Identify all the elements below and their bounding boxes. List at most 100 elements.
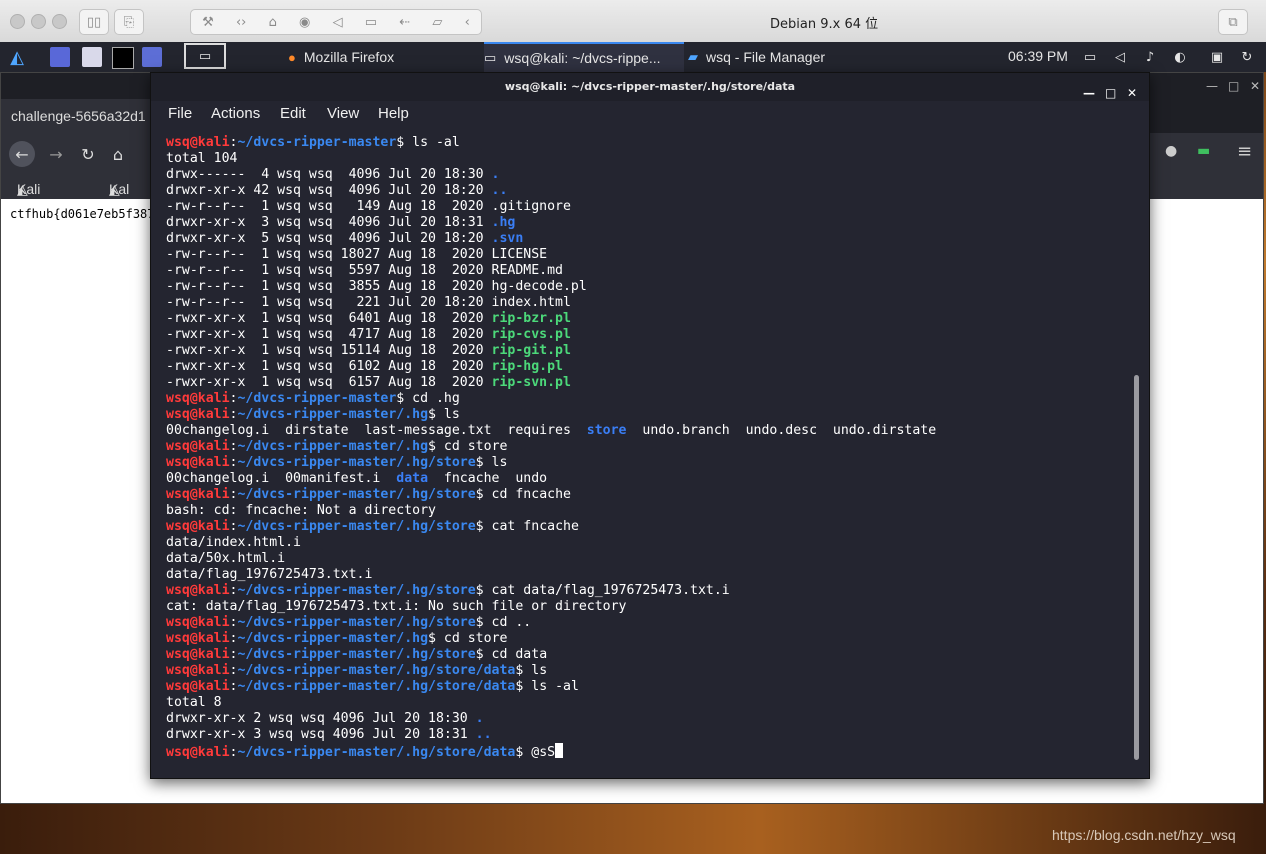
terminal-text: -rw-r--r-- 1 wsq wsq 18027 Aug 18 2020 L… bbox=[166, 247, 548, 262]
close-icon[interactable]: ✕ bbox=[1250, 79, 1260, 93]
terminal-text: ~/dvcs-ripper-master/.hg bbox=[237, 631, 429, 646]
menu-view[interactable]: View bbox=[327, 105, 359, 122]
drive-icon[interactable]: ⌂ bbox=[269, 15, 277, 30]
lock-icon[interactable]: ▣ bbox=[1207, 47, 1227, 67]
terminal-line: -rwxr-xr-x 1 wsq wsq 4717 Aug 18 2020 ri… bbox=[166, 327, 1131, 343]
terminal-text: -rwxr-xr-x 1 wsq wsq 4717 Aug 18 2020 bbox=[166, 327, 492, 342]
terminal-titlebar: wsq@kali: ~/dvcs-ripper-master/.hg/store… bbox=[151, 73, 1149, 101]
chevron-left-icon[interactable]: ‹ bbox=[465, 15, 470, 30]
terminal-line: 00changelog.i 00manifest.i data fncache … bbox=[166, 471, 1131, 487]
folder-share-icon[interactable]: ▱ bbox=[432, 15, 442, 30]
terminal-text: $ ls -al bbox=[515, 679, 579, 694]
minimize-window-button[interactable] bbox=[31, 14, 46, 29]
terminal-text: wsq@kali bbox=[166, 519, 230, 534]
terminal-text: .. bbox=[475, 727, 492, 742]
forward-button[interactable]: → bbox=[43, 141, 69, 167]
power-manager-icon[interactable]: ◐ bbox=[1170, 47, 1190, 67]
user-icon[interactable]: ◉ bbox=[299, 15, 310, 30]
terminal-text: -rwxr-xr-x 1 wsq wsq 15114 Aug 18 2020 bbox=[166, 343, 492, 358]
terminal-text: data/50x.html.i bbox=[166, 551, 286, 566]
terminal-text: $ cd store bbox=[428, 439, 508, 454]
terminal-line: wsq@kali:~/dvcs-ripper-master/.hg/store/… bbox=[166, 663, 1131, 679]
reload-button[interactable]: ↻ bbox=[75, 141, 101, 167]
terminal-text: ~/dvcs-ripper-master/.hg/store/data bbox=[237, 679, 516, 694]
code-icon[interactable]: ‹› bbox=[236, 15, 246, 30]
terminal-text: wsq@kali bbox=[166, 663, 230, 678]
vm-titlebar: ▯▯ ⎘ ⚒ ‹› ⌂ ◉ ◁ ▭ ⇠ ▱ ‹ Debian 9.x 64 位 … bbox=[0, 0, 1266, 43]
display-icon[interactable]: ▭ bbox=[1080, 47, 1100, 67]
terminal-line: wsq@kali:~/dvcs-ripper-master$ cd .hg bbox=[166, 391, 1131, 407]
terminal-text: total 8 bbox=[166, 695, 222, 710]
hamburger-menu-icon[interactable]: ≡ bbox=[1237, 141, 1252, 162]
terminal-text: drwxr-xr-x 3 wsq wsq 4096 Jul 20 18:31 bbox=[166, 215, 492, 230]
terminal-text: drwxr-xr-x 3 wsq wsq 4096 Jul 20 18:31 bbox=[166, 727, 476, 742]
terminal-line: wsq@kali:~/dvcs-ripper-master/.hg/store/… bbox=[166, 743, 1131, 760]
terminal-text: ~/dvcs-ripper-master/.hg bbox=[237, 439, 429, 454]
scrollbar[interactable] bbox=[1134, 375, 1139, 760]
folder-icon[interactable] bbox=[82, 47, 102, 67]
volume-icon[interactable]: ◁ bbox=[1110, 47, 1130, 67]
terminal-text: wsq@kali bbox=[166, 631, 230, 646]
terminal-text: ~/dvcs-ripper-master/.hg/store bbox=[237, 487, 476, 502]
terminal-text: -rwxr-xr-x 1 wsq wsq 6401 Aug 18 2020 bbox=[166, 311, 492, 326]
terminal-icon: ▭ bbox=[484, 50, 497, 65]
menu-file[interactable]: File bbox=[168, 105, 192, 122]
vm-toolbar: ⚒ ‹› ⌂ ◉ ◁ ▭ ⇠ ▱ ‹ bbox=[190, 9, 482, 35]
terminal-line: total 104 bbox=[166, 151, 1131, 167]
menu-help[interactable]: Help bbox=[378, 105, 409, 122]
terminal-line: wsq@kali:~/dvcs-ripper-master/.hg$ cd st… bbox=[166, 439, 1131, 455]
tab-challenge[interactable]: challenge-5656a32d1 bbox=[1, 99, 151, 133]
terminal-launcher-icon[interactable] bbox=[112, 47, 134, 69]
terminal-line: wsq@kali:~/dvcs-ripper-master/.hg/store$… bbox=[166, 647, 1131, 663]
terminal-text: $ cd store bbox=[428, 631, 508, 646]
menu-edit[interactable]: Edit bbox=[280, 105, 306, 122]
terminal-text: ~/dvcs-ripper-master/.hg/store/data bbox=[237, 663, 516, 678]
terminal-text: .svn bbox=[491, 231, 524, 246]
terminal-text: drwxr-xr-x 5 wsq wsq 4096 Jul 20 18:20 bbox=[166, 231, 492, 246]
usb-icon[interactable]: ⇠ bbox=[399, 15, 410, 30]
back-button[interactable]: ← bbox=[9, 141, 35, 167]
vm-title: Debian 9.x 64 位 bbox=[770, 17, 879, 32]
pause-icon[interactable]: ▯▯ bbox=[79, 9, 109, 35]
home-button[interactable]: ⌂ bbox=[105, 141, 131, 167]
zoom-window-button[interactable] bbox=[52, 14, 67, 29]
flag-text: ctfhub{d061e7eb5f387 bbox=[10, 207, 155, 221]
speaker-icon[interactable]: ◁ bbox=[333, 15, 343, 30]
task-terminal[interactable]: ▭ wsq@kali: ~/dvcs-rippe... bbox=[484, 42, 684, 72]
terminal-text: cat: data/flag_1976725473.txt.i: No such… bbox=[166, 599, 627, 614]
maximize-icon[interactable]: □ bbox=[1228, 79, 1239, 93]
camera-icon[interactable]: ▭ bbox=[365, 15, 377, 30]
terminal-text: $ cd fncache bbox=[475, 487, 571, 502]
terminal-line: -rw-r--r-- 1 wsq wsq 221 Jul 20 18:20 in… bbox=[166, 295, 1131, 311]
terminal-line: data/index.html.i bbox=[166, 535, 1131, 551]
fullscreen-icon[interactable]: ⧉ bbox=[1218, 9, 1248, 35]
terminal-output[interactable]: wsq@kali:~/dvcs-ripper-master$ ls -al tot… bbox=[166, 135, 1131, 775]
terminal-text: drwxr-xr-x 42 wsq wsq 4096 Jul 20 18:20 bbox=[166, 183, 492, 198]
terminal-text: ~/dvcs-ripper-master/.hg/store bbox=[237, 615, 476, 630]
terminal-line: total 8 bbox=[166, 695, 1131, 711]
workspace-icon[interactable] bbox=[50, 47, 70, 67]
terminal-text: $ @sS bbox=[515, 745, 556, 760]
terminal-text: wsq@kali bbox=[166, 745, 230, 760]
minimize-icon[interactable]: — bbox=[1206, 79, 1218, 93]
wrench-icon[interactable]: ⚒ bbox=[202, 15, 214, 30]
kali-menu-icon[interactable]: ◭ bbox=[4, 47, 30, 68]
notification-bell-icon[interactable]: ♪ bbox=[1140, 47, 1160, 67]
logout-icon[interactable]: ↻ bbox=[1237, 47, 1257, 67]
menu-actions[interactable]: Actions bbox=[211, 105, 260, 122]
terminal-line: wsq@kali:~/dvcs-ripper-master/.hg/store/… bbox=[166, 679, 1131, 695]
task-firefox[interactable]: ● Mozilla Firefox bbox=[288, 42, 394, 72]
task-file-manager[interactable]: ▰ wsq - File Manager bbox=[688, 42, 825, 72]
folder-icon: ▰ bbox=[688, 49, 698, 64]
active-terminal-icon[interactable]: ▭ bbox=[184, 43, 226, 69]
terminal-text: -rw-r--r-- 1 wsq wsq 3855 Aug 18 2020 hg… bbox=[166, 279, 587, 294]
terminal-text: wsq@kali bbox=[166, 407, 230, 422]
terminal-line: wsq@kali:~/dvcs-ripper-master/.hg/store$… bbox=[166, 583, 1131, 599]
cookie-icon[interactable]: ● bbox=[1165, 143, 1177, 159]
terminal-text: -rwxr-xr-x 1 wsq wsq 6102 Aug 18 2020 bbox=[166, 359, 492, 374]
close-window-button[interactable] bbox=[10, 14, 25, 29]
snapshot-icon[interactable]: ⎘ bbox=[114, 9, 144, 35]
extension-icon[interactable]: ▬ bbox=[1197, 143, 1210, 159]
screen-record-icon[interactable] bbox=[142, 47, 162, 67]
task-label: wsq@kali: ~/dvcs-rippe... bbox=[504, 50, 661, 66]
